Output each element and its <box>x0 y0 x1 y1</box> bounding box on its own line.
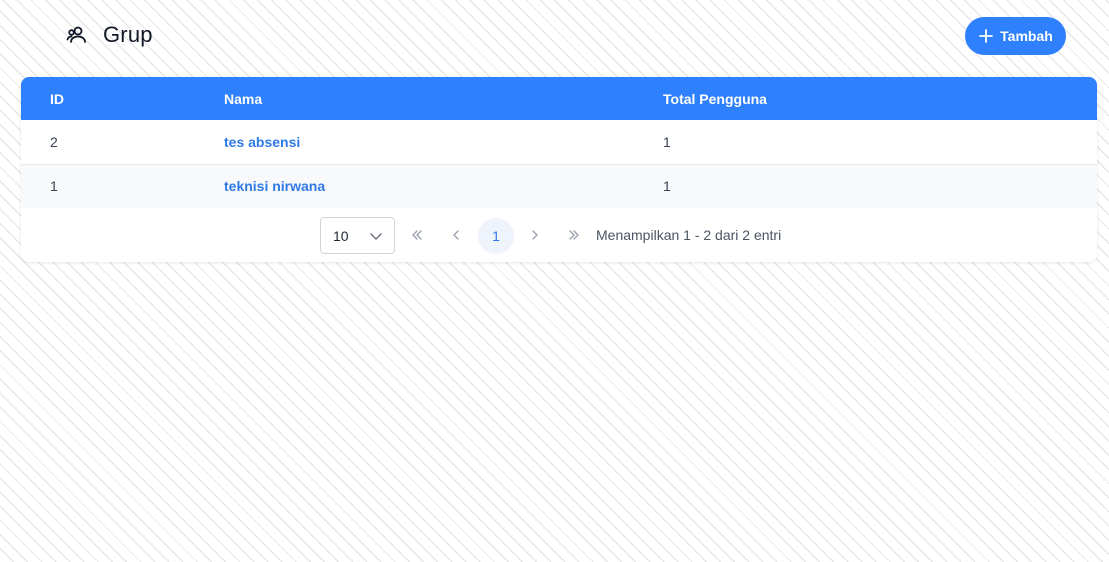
chevrons-left-icon <box>410 228 424 245</box>
row-id: 2 <box>50 133 58 150</box>
table-header-row: ID Nama Total Pengguna <box>21 77 1097 120</box>
plus-icon <box>978 28 994 44</box>
users-icon <box>66 23 90 47</box>
first-page-button[interactable] <box>399 218 435 254</box>
last-page-button[interactable] <box>556 218 592 254</box>
chevron-down-icon <box>369 229 383 243</box>
page-button-current[interactable]: 1 <box>478 218 514 254</box>
next-page-button[interactable] <box>517 218 553 254</box>
groups-table-card: ID Nama Total Pengguna 2 tes absensi 1 1… <box>21 77 1097 262</box>
table-row[interactable]: 1 teknisi nirwana 1 <box>21 164 1097 208</box>
page-title-group: Grup <box>66 22 153 48</box>
column-header-id[interactable]: ID <box>21 77 224 120</box>
pagination-info: Menampilkan 1 - 2 dari 2 entri <box>596 227 782 243</box>
groups-table: ID Nama Total Pengguna 2 tes absensi 1 1… <box>21 77 1097 209</box>
row-total: 1 <box>663 178 671 194</box>
row-id: 1 <box>50 178 58 194</box>
chevron-left-icon <box>449 228 463 245</box>
add-button[interactable]: Tambah <box>965 17 1066 55</box>
page-size-value: 10 <box>333 227 349 244</box>
add-button-label: Tambah <box>1000 28 1053 44</box>
group-link[interactable]: tes absensi <box>224 134 300 150</box>
row-nama: tes absensi <box>224 120 663 164</box>
pagination: 10 1 Menampilkan 1 - 2 dari 2 entri <box>21 208 1097 262</box>
column-header-nama[interactable]: Nama <box>224 77 663 120</box>
page-header: Grup Tambah <box>0 0 1109 77</box>
previous-page-button[interactable] <box>438 218 474 254</box>
table-row[interactable]: 2 tes absensi 1 <box>21 120 1097 164</box>
page-size-select[interactable]: 10 <box>320 217 395 254</box>
row-nama: teknisi nirwana <box>224 164 663 208</box>
row-total: 1 <box>663 133 671 150</box>
group-link[interactable]: teknisi nirwana <box>224 178 325 194</box>
chevrons-right-icon <box>567 228 581 245</box>
column-header-total[interactable]: Total Pengguna <box>663 77 1097 120</box>
chevron-right-icon <box>528 228 542 245</box>
page-title: Grup <box>103 22 153 47</box>
